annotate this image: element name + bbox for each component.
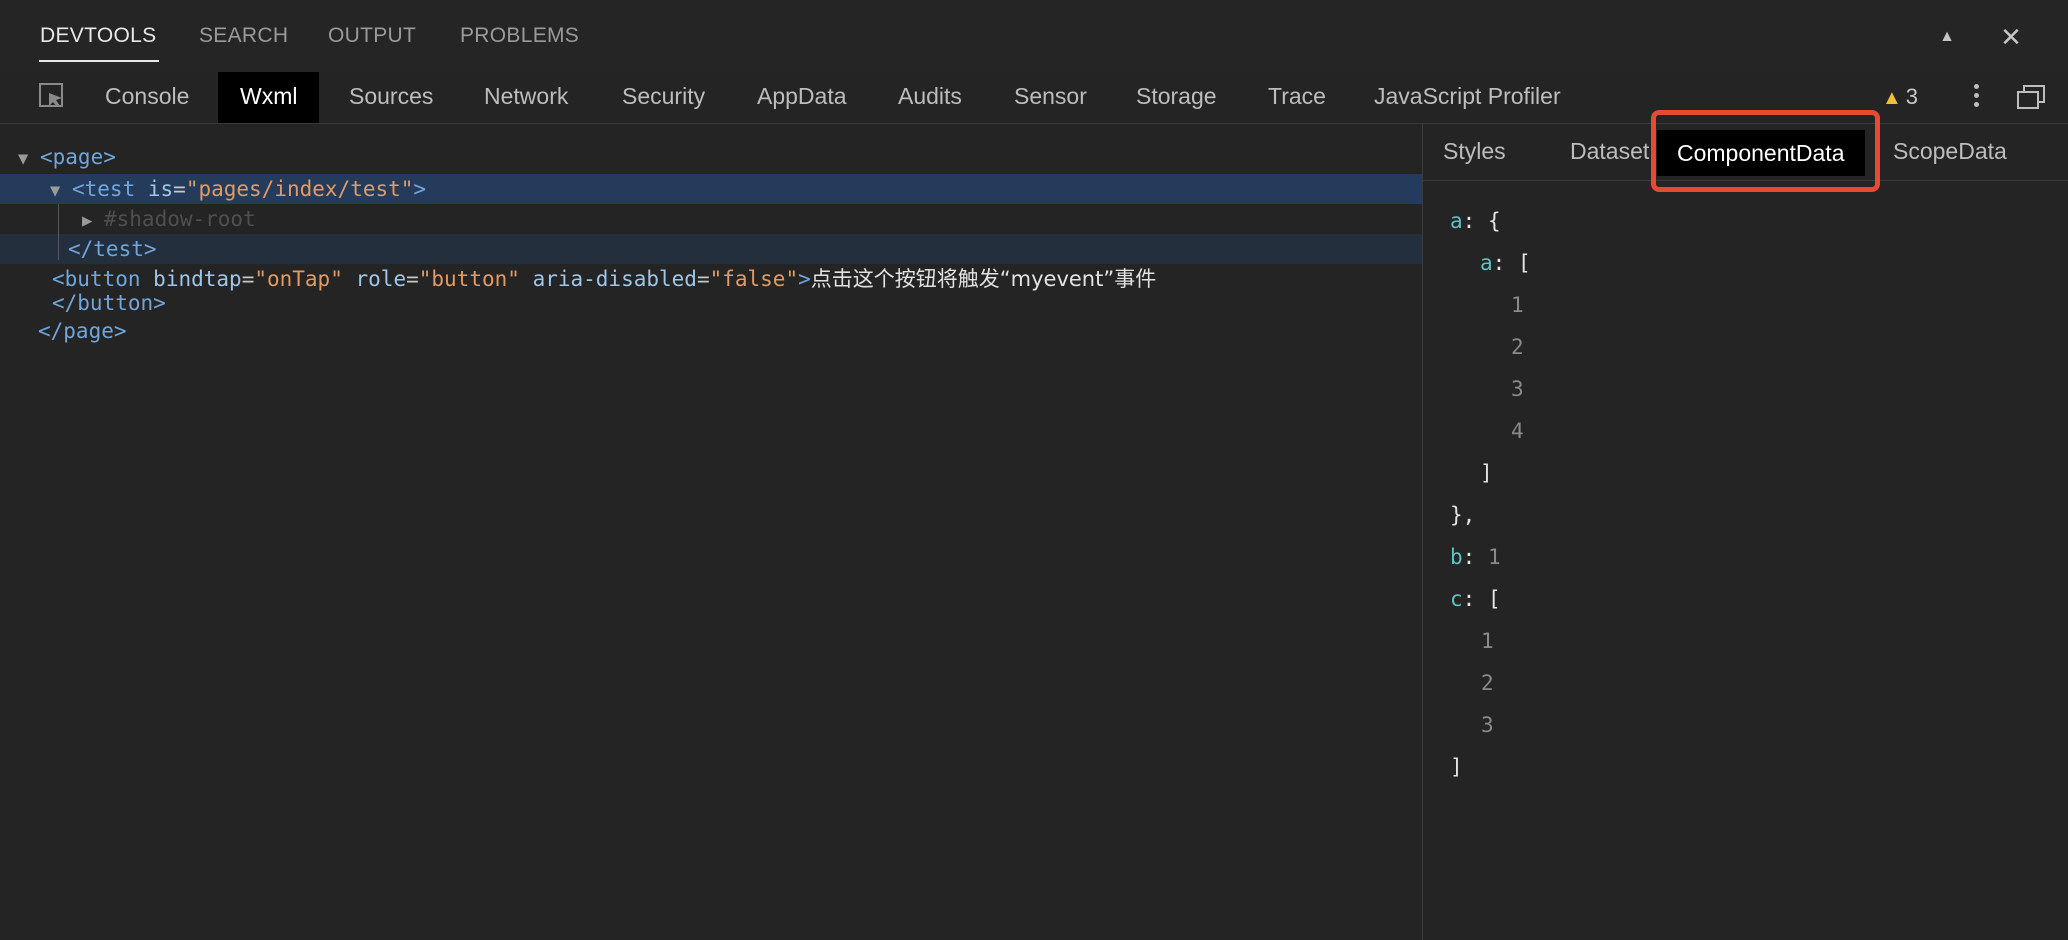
panel-tab-problems[interactable]: PROBLEMS [460, 24, 579, 48]
json-line: ] [1450, 755, 1463, 779]
side-tab-dataset[interactable]: Dataset [1550, 124, 1669, 180]
side-tab-scopedata[interactable]: ScopeData [1873, 124, 2027, 180]
tab-network[interactable]: Network [462, 72, 590, 123]
undock-icon[interactable] [2016, 84, 2046, 110]
json-value: 3 [1481, 713, 1494, 737]
json-line: ] [1480, 461, 1493, 485]
panel-tab-search[interactable]: SEARCH [199, 24, 288, 48]
json-line: }, [1450, 503, 1476, 527]
collapse-panel-icon[interactable]: ▲ [1930, 20, 1964, 54]
json-value: 1 [1511, 293, 1524, 317]
tab-sources[interactable]: Sources [327, 72, 455, 123]
tab-console[interactable]: Console [83, 72, 211, 123]
panel-tab-bar: DEVTOOLS SEARCH OUTPUT PROBLEMS ▲ ✕ [0, 0, 2068, 72]
tree-node-test-close[interactable]: </test> [0, 234, 1422, 264]
more-options-icon[interactable] [1964, 80, 1988, 114]
tab-sensor[interactable]: Sensor [992, 72, 1109, 123]
json-value: 1 [1481, 629, 1494, 653]
tab-javascript-profiler[interactable]: JavaScript Profiler [1352, 72, 1583, 123]
tree-node-shadow-root[interactable]: ▶ #shadow-root [0, 204, 1422, 234]
tab-storage[interactable]: Storage [1114, 72, 1239, 123]
panel-tab-output[interactable]: OUTPUT [328, 24, 416, 48]
json-value: 4 [1511, 419, 1524, 443]
tab-appdata[interactable]: AppData [735, 72, 869, 123]
close-panel-icon[interactable]: ✕ [1994, 20, 2028, 54]
expand-arrow-icon[interactable]: ▼ [18, 144, 40, 174]
side-tab-componentdata[interactable]: ComponentData [1657, 130, 1865, 176]
json-line: c: [ [1450, 587, 1501, 611]
json-line: b: 1 [1450, 545, 1501, 569]
wxml-tree: ▼ <page> ▼ <test is="pages/index/test"> ▶ #… [0, 124, 1422, 940]
tree-indent-guide [58, 204, 59, 260]
json-value: 3 [1511, 377, 1524, 401]
panel-tab-devtools[interactable]: DEVTOOLS [40, 24, 156, 48]
warning-icon: ▲ [1882, 87, 1902, 109]
json-line: a: { [1450, 209, 1501, 233]
active-tab-underline [39, 60, 159, 62]
tab-security[interactable]: Security [600, 72, 727, 123]
tree-node-test[interactable]: ▼ <test is="pages/index/test"> [0, 174, 1422, 204]
json-line: a: [ [1480, 251, 1531, 275]
expand-arrow-icon[interactable]: ▼ [50, 176, 72, 206]
json-value: 2 [1481, 671, 1494, 695]
tab-trace[interactable]: Trace [1246, 72, 1348, 123]
json-value: 2 [1511, 335, 1524, 359]
warnings-counter[interactable]: ▲ 3 [1882, 82, 1918, 112]
element-picker-icon[interactable] [38, 82, 66, 110]
tree-node-page[interactable]: ▼ <page> [0, 142, 1422, 172]
tab-audits[interactable]: Audits [876, 72, 984, 123]
pane-splitter[interactable] [1422, 124, 1423, 940]
tree-node-button-close[interactable]: </button> [0, 288, 1422, 318]
devtools-tab-bar: Console Wxml Sources Network Security Ap… [0, 72, 2068, 124]
tab-wxml[interactable]: Wxml [218, 72, 320, 123]
tree-node-page-close[interactable]: </page> [0, 316, 1422, 346]
collapse-arrow-icon[interactable]: ▶ [82, 206, 104, 236]
side-tab-bar: Styles Dataset ComponentData ScopeData [1423, 124, 2068, 181]
warning-count: 3 [1905, 84, 1919, 109]
side-tab-styles[interactable]: Styles [1423, 124, 1526, 180]
